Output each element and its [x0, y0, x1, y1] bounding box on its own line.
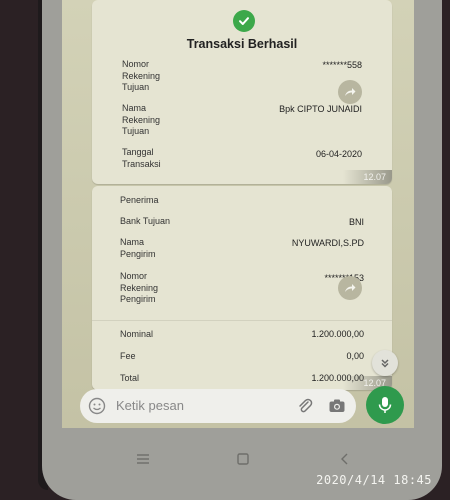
- receipt-label: Nomor Rekening Pengirim: [120, 271, 159, 304]
- receipt-value: Bpk CIPTO JUNAIDI: [279, 104, 362, 114]
- chevron-double-down-icon[interactable]: [372, 350, 398, 376]
- receipt-label: Nominal: [120, 329, 154, 339]
- emoji-icon[interactable]: [88, 397, 106, 420]
- message-time: 12.07: [343, 170, 392, 184]
- receipt-value: 0,00: [346, 351, 364, 361]
- forward-icon[interactable]: [338, 276, 362, 300]
- home-icon[interactable]: [237, 452, 249, 470]
- receipt-label: Tanggal Transaksi: [122, 147, 161, 169]
- receipt-label: Nomor Rekening Tujuan: [122, 59, 161, 92]
- section-label: Penerima: [120, 195, 159, 205]
- back-icon[interactable]: [340, 452, 350, 470]
- message-input-placeholder[interactable]: Ketik pesan: [116, 398, 184, 413]
- camera-icon[interactable]: [328, 397, 346, 420]
- receipt-value: NYUWARDI,S.PD: [291, 238, 364, 248]
- receipt-label: Total: [120, 373, 140, 383]
- receipt-value: 06-04-2020: [315, 149, 362, 159]
- check-icon: [233, 10, 255, 32]
- menu-icon[interactable]: [136, 452, 150, 470]
- receipt-label: Nama Pengirim: [120, 237, 156, 259]
- chat-screen: Transaksi Berhasil Nomor Rekening Tujuan…: [62, 0, 414, 428]
- divider: [92, 320, 392, 321]
- paperclip-icon[interactable]: [296, 397, 314, 420]
- receipt-label: Fee: [120, 351, 136, 361]
- forward-icon[interactable]: [338, 80, 362, 104]
- receipt-label: Bank Tujuan: [120, 216, 171, 226]
- receipt-value: BNI: [348, 217, 364, 227]
- receipt-title: Transaksi Berhasil: [186, 37, 298, 51]
- mic-icon[interactable]: [366, 386, 404, 424]
- receipt-value: 1.200.000,00: [311, 329, 364, 339]
- receipt-value: *******558: [322, 60, 362, 70]
- photo-timestamp: 2020/4/14 18:45: [316, 473, 432, 487]
- message-input-bar[interactable]: Ketik pesan: [80, 389, 356, 423]
- receipt-label: Nama Rekening Tujuan: [122, 103, 161, 136]
